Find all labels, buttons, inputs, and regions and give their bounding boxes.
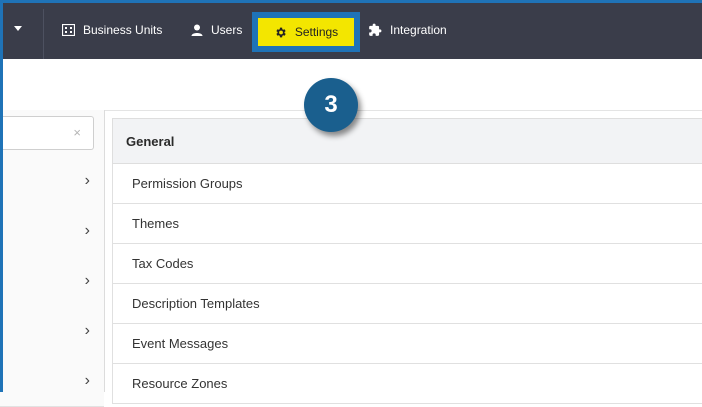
list-item-resource-zones[interactable]: Resource Zones [112, 364, 702, 404]
nav-integration[interactable]: Integration [368, 0, 447, 59]
clear-icon[interactable]: × [73, 125, 81, 140]
sidebar-item[interactable]: › [0, 306, 104, 357]
left-sidebar: × › › › › › [0, 110, 105, 407]
section-header-general: General [112, 118, 702, 164]
nav-business-units-label: Business Units [83, 22, 163, 37]
sidebar-item[interactable]: › [0, 156, 104, 207]
puzzle-icon [368, 23, 382, 37]
nav-users-label: Users [211, 22, 243, 37]
sidebar-item[interactable]: › [0, 356, 104, 407]
nav-business-units[interactable]: Business Units [62, 0, 162, 59]
nav-users[interactable]: Users [191, 0, 242, 59]
list-item-description-templates[interactable]: Description Templates [112, 284, 702, 324]
chevron-right-icon: › [84, 322, 90, 339]
chevron-right-icon: › [84, 272, 90, 289]
list-item-tax-codes[interactable]: Tax Codes [112, 244, 702, 284]
user-icon [191, 24, 203, 36]
dropdown-caret-icon[interactable] [14, 26, 22, 31]
sidebar-item[interactable]: › [0, 206, 104, 257]
list-item-permission-groups[interactable]: Permission Groups [112, 164, 702, 204]
chevron-right-icon: › [84, 172, 90, 189]
nav-settings-label: Settings [294, 25, 339, 39]
sidebar-item[interactable]: › [0, 256, 104, 307]
chevron-right-icon: › [84, 372, 90, 389]
nav-settings-highlight[interactable]: Settings [252, 12, 360, 52]
gear-icon [274, 26, 287, 39]
step-number-badge: 3 [304, 78, 358, 132]
list-item-event-messages[interactable]: Event Messages [112, 324, 702, 364]
nav-integration-label: Integration [390, 22, 447, 37]
sidebar-search-input[interactable]: × [0, 116, 94, 150]
top-nav-bar: Business Units Users Settings Integratio… [0, 0, 702, 59]
nav-divider [43, 9, 44, 59]
list-item-themes[interactable]: Themes [112, 204, 702, 244]
settings-list: General Permission Groups Themes Tax Cod… [112, 118, 702, 404]
nav-settings[interactable]: Settings [258, 18, 354, 46]
building-icon [62, 23, 75, 36]
chevron-right-icon: › [84, 222, 90, 239]
